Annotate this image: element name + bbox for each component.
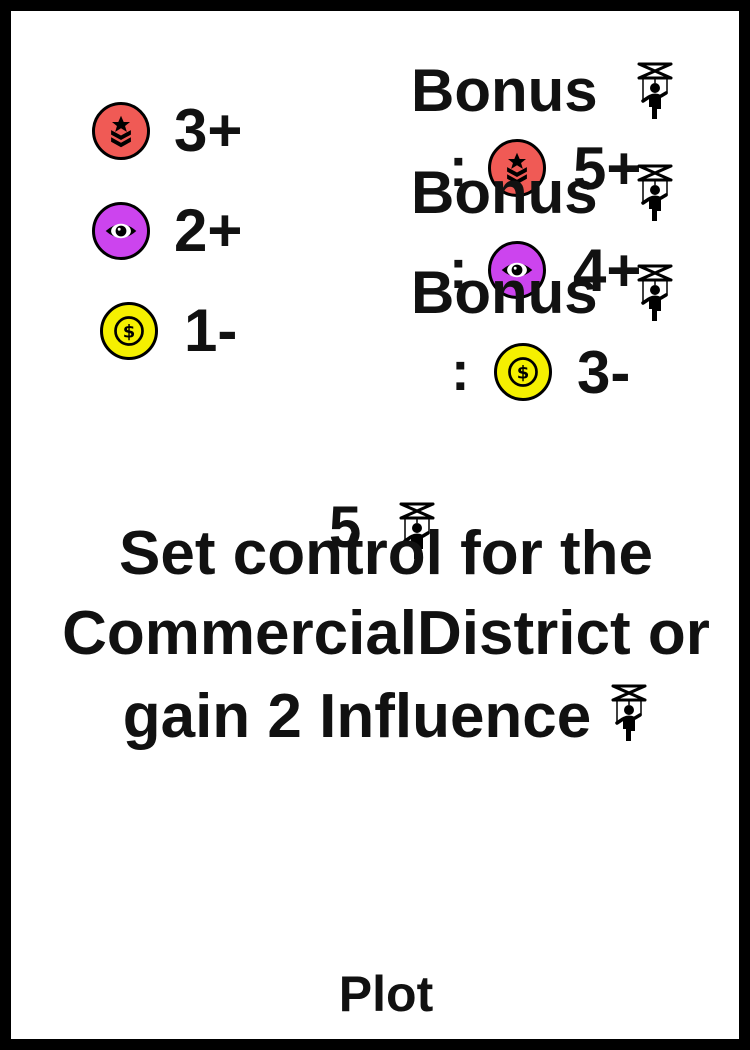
bonus-label: Bonus [411, 57, 598, 124]
requirement-money: 1- [100, 301, 237, 361]
effect-line-3: gain 2 Influence [31, 683, 741, 754]
requirement-value: 2+ [174, 197, 243, 264]
effect-line-2: CommercialDistrict or [62, 599, 710, 668]
bonus-colon: : [451, 339, 470, 402]
effect-line-1: Set control for the [119, 519, 653, 588]
card-type-label: Plot [338, 966, 434, 1022]
bonus-label: Bonus [411, 159, 598, 226]
puppet-icon [635, 61, 675, 126]
dollar-coin-icon [100, 302, 158, 360]
requirement-value: 3+ [174, 97, 243, 164]
puppet-icon [635, 263, 675, 328]
plot-card[interactable]: 3+ 2+ 1- Bonus : 5+ Bonus : 4+ Bonus : 3… [0, 0, 750, 1050]
puppet-icon [635, 163, 675, 228]
requirement-influence: 2+ [92, 201, 242, 261]
effect-line-3-text: gain 2 Influence [122, 682, 592, 751]
bonus-label: Bonus [411, 259, 598, 326]
dollar-coin-icon [494, 343, 552, 401]
bonus-value: 3- [577, 339, 631, 406]
requirement-value: 1- [184, 297, 238, 364]
military-badge-icon [92, 102, 150, 160]
puppet-icon [609, 683, 649, 754]
requirement-military: 3+ [92, 101, 242, 161]
eye-icon [92, 202, 150, 260]
